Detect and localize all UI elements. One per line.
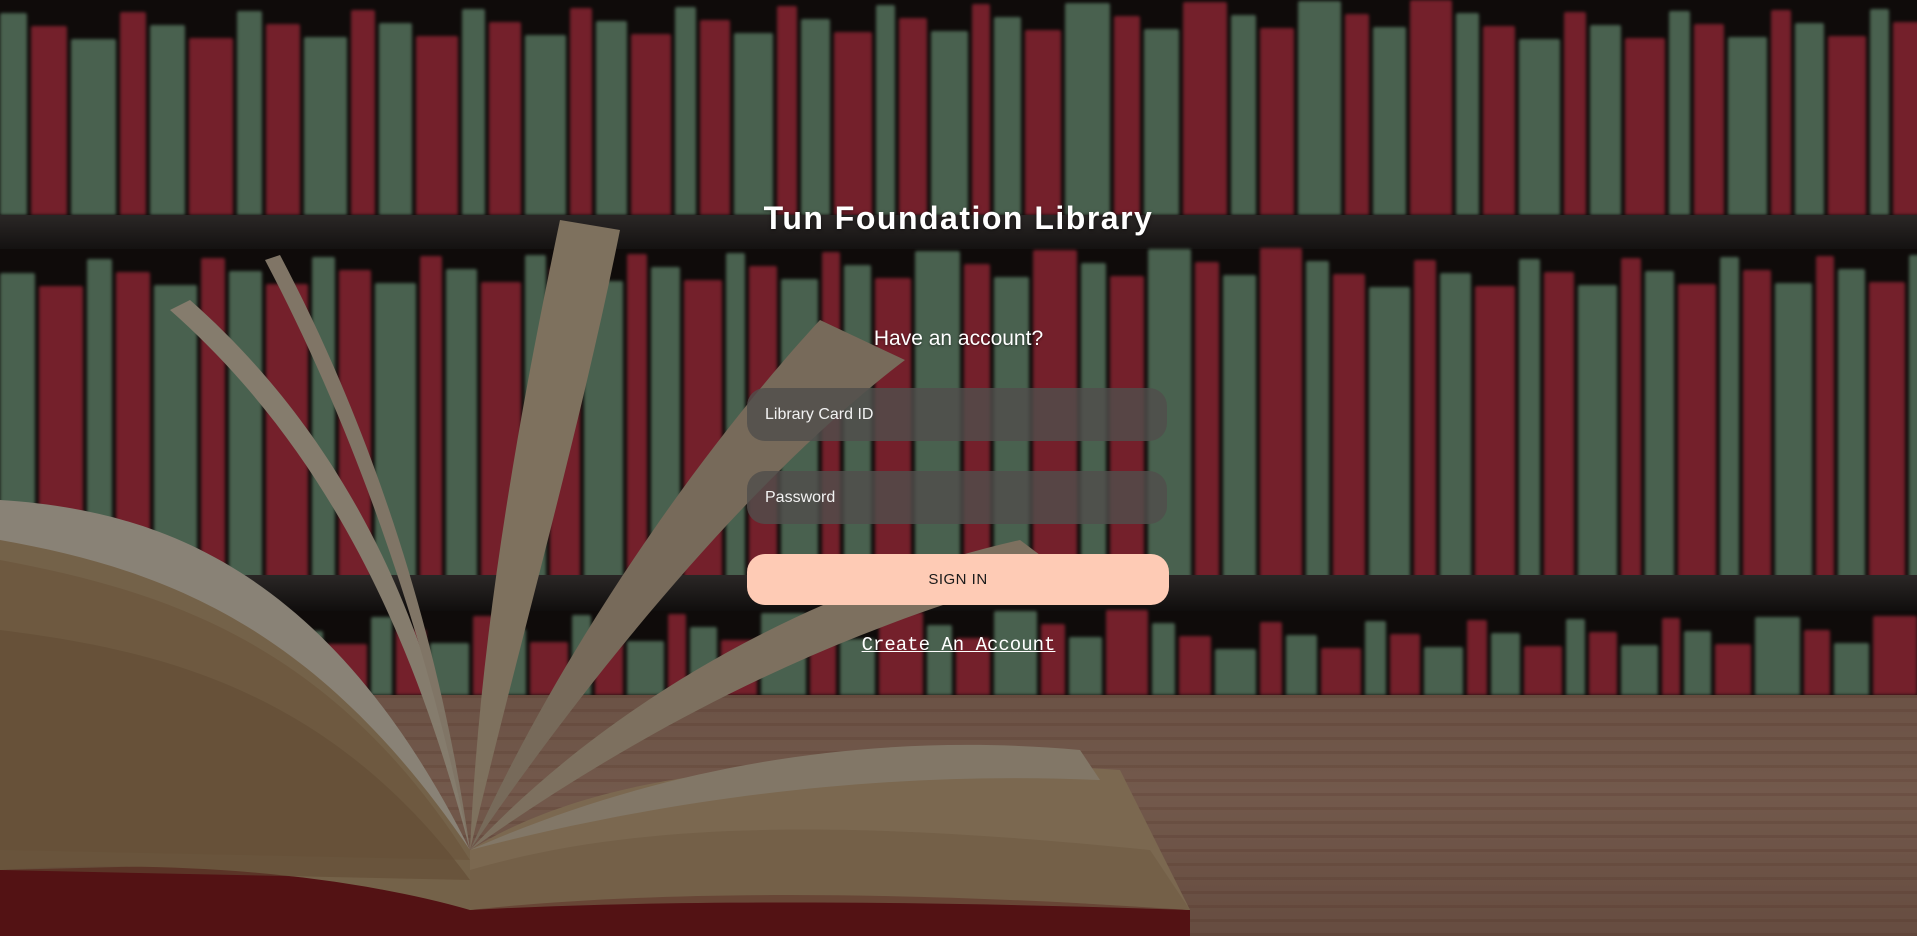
password-input[interactable] xyxy=(747,471,1167,524)
sign-in-button[interactable]: SIGN IN xyxy=(747,554,1169,605)
login-panel: Tun Foundation Library Have an account? … xyxy=(0,0,1917,936)
create-account-link[interactable]: Create An Account xyxy=(862,634,1056,656)
library-card-id-input[interactable] xyxy=(747,388,1167,441)
create-account-container: Create An Account xyxy=(0,634,1917,656)
login-heading: Have an account? xyxy=(873,327,1044,350)
library-title: Tun Foundation Library xyxy=(763,200,1154,236)
